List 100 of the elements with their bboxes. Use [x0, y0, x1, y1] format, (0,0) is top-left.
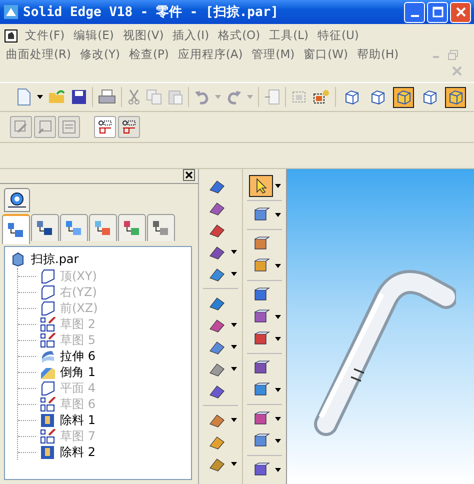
cube-icon	[252, 433, 270, 449]
plane-icon	[40, 380, 56, 396]
tree-item[interactable]: 除料 2	[18, 444, 191, 460]
menu-item[interactable]: 管理(M)	[250, 47, 297, 62]
menu-item[interactable]: 修改(Y)	[78, 47, 122, 62]
panel-tab[interactable]	[118, 214, 146, 241]
cube-selection-icon[interactable]	[312, 89, 330, 105]
shape-icon	[208, 178, 226, 194]
cube-icon	[252, 331, 270, 347]
menu-item[interactable]: 文件(F)	[23, 28, 67, 43]
close-icon	[185, 171, 193, 179]
plane-icon	[40, 300, 56, 316]
menu-item[interactable]: 特征(U)	[315, 28, 361, 43]
app-icon	[3, 4, 19, 20]
menu-item[interactable]: 编辑(E)	[72, 28, 116, 43]
cube-icon	[252, 309, 270, 325]
part-icon	[11, 252, 25, 267]
tree-item[interactable]: 除料 1	[18, 412, 191, 428]
shape-icon	[208, 339, 226, 355]
cutout-icon	[40, 412, 56, 428]
toolbar-button[interactable]	[118, 116, 140, 138]
plane-icon	[40, 284, 56, 300]
tree-item[interactable]: 倒角 1	[18, 364, 191, 380]
window-title: Solid Edge V18 - 零件 - [扫掠.par]	[23, 4, 280, 21]
frame-icon	[37, 119, 53, 135]
cube-icon	[344, 89, 360, 105]
caret-icon[interactable]	[231, 323, 237, 327]
caret-icon[interactable]	[275, 213, 281, 217]
shape-icon	[208, 222, 226, 238]
caret-icon[interactable]	[275, 439, 281, 443]
caret-icon[interactable]	[231, 272, 237, 276]
menu-item[interactable]: 窗口(W)	[302, 47, 350, 62]
caret-icon[interactable]	[275, 337, 281, 341]
blocks-icon	[93, 219, 113, 237]
maximize-icon	[432, 6, 444, 18]
caret-icon[interactable]	[275, 264, 281, 268]
caret-icon[interactable]	[231, 367, 237, 371]
plane-icon	[40, 268, 56, 284]
panel-tab[interactable]	[147, 214, 175, 241]
cube-icon	[252, 207, 270, 223]
caret-icon[interactable]	[275, 468, 281, 472]
menu-item[interactable]: 应用程序(A)	[176, 47, 245, 62]
cube-icon	[396, 89, 412, 105]
caret-icon[interactable]	[37, 95, 43, 99]
panel-tab[interactable]	[2, 214, 30, 244]
protrusion-icon	[40, 348, 56, 364]
caret-icon[interactable]	[231, 345, 237, 349]
new-file-icon[interactable]	[16, 88, 32, 106]
sketch-icon	[40, 332, 56, 348]
caret-icon[interactable]	[231, 462, 237, 466]
view-mode-button[interactable]	[393, 86, 414, 108]
menu-item[interactable]: 工具(L)	[267, 28, 310, 43]
caret-icon[interactable]	[231, 250, 237, 254]
cube-icon	[422, 89, 438, 105]
panel-tab[interactable]	[60, 214, 88, 241]
blocks-icon	[151, 219, 171, 237]
caret-icon[interactable]	[275, 315, 281, 319]
maximize-button[interactable]	[427, 2, 448, 22]
menu-item[interactable]: 插入(I)	[170, 28, 212, 43]
diagram-icon	[121, 119, 137, 135]
caret-icon[interactable]	[275, 388, 281, 392]
select-tool-button[interactable]	[249, 175, 273, 197]
settings-button[interactable]	[4, 188, 30, 212]
shape-icon	[208, 383, 226, 399]
shape-icon	[208, 456, 226, 472]
close-button[interactable]	[183, 169, 195, 181]
pencil-frame-icon	[13, 119, 29, 135]
sketch-icon	[40, 316, 56, 332]
cube-icon	[252, 462, 270, 478]
cube-icon	[252, 236, 270, 252]
close-icon	[454, 6, 466, 18]
blocks-icon	[6, 221, 26, 239]
panel-tab[interactable]	[31, 214, 59, 241]
menu-item[interactable]: 帮助(H)	[355, 47, 401, 62]
menu-item[interactable]: 视图(V)	[120, 28, 166, 43]
minimize-button[interactable]	[404, 2, 425, 22]
shape-icon	[208, 244, 226, 260]
save-icon[interactable]	[71, 89, 87, 105]
shape-icon	[208, 200, 226, 216]
menu-item[interactable]: 曲面处理(R)	[4, 47, 73, 62]
tree-item[interactable]: 拉伸 6	[18, 348, 191, 364]
document-icon	[4, 28, 18, 42]
settings-icon	[6, 190, 28, 210]
caret-icon[interactable]	[231, 418, 237, 422]
printer-icon[interactable]	[98, 89, 116, 105]
tree-item[interactable]: 扫掠.par	[11, 251, 191, 268]
menu-item[interactable]: 检查(P)	[126, 47, 171, 62]
cube-icon	[252, 382, 270, 398]
view-mode-button[interactable]	[445, 86, 466, 108]
toolbar-button[interactable]	[94, 116, 116, 138]
shape-icon	[208, 295, 226, 311]
caret-icon[interactable]	[275, 184, 281, 188]
cube-icon	[252, 258, 270, 274]
cube-icon	[252, 360, 270, 376]
diagram-icon	[97, 119, 113, 135]
shape-icon	[208, 266, 226, 282]
shape-icon	[208, 317, 226, 333]
menu-item[interactable]: 格式(O)	[216, 28, 262, 43]
model-viewport[interactable]	[287, 169, 474, 484]
caret-icon[interactable]	[275, 417, 281, 421]
